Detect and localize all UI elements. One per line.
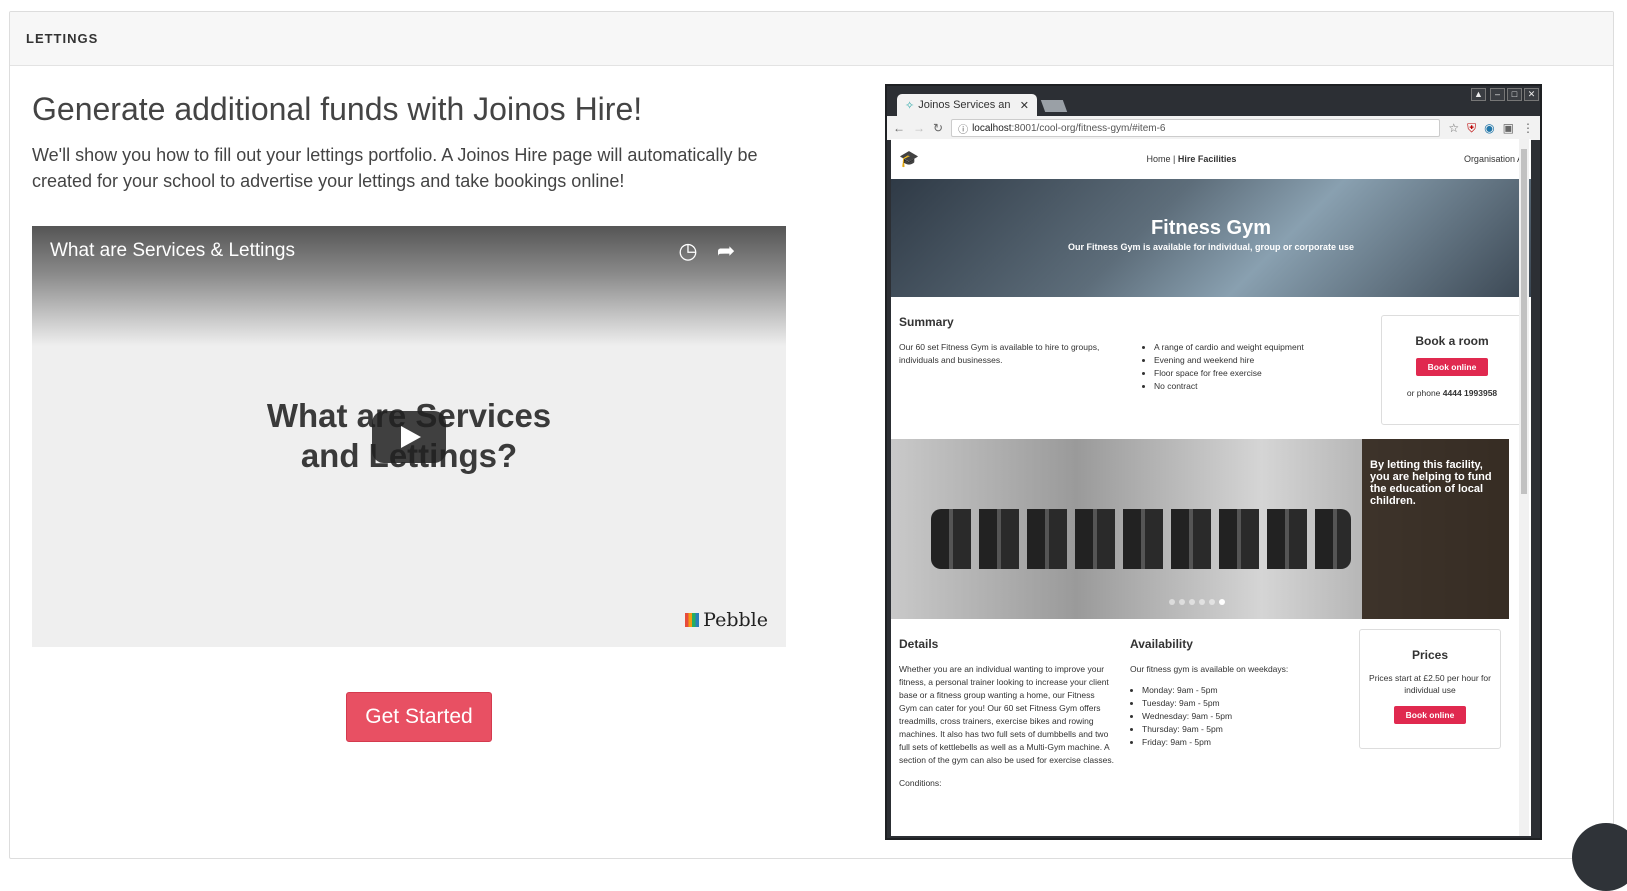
carousel-dot bbox=[1199, 599, 1205, 605]
details-col: Details Whether you are an individual wa… bbox=[899, 637, 1114, 836]
prices-card: Prices Prices start at £2.50 per hour fo… bbox=[1359, 629, 1501, 749]
hero-subtitle: Our Fitness Gym is available for individ… bbox=[1067, 242, 1355, 252]
hours-item: Thursday: 9am - 5pm bbox=[1142, 723, 1330, 736]
carousel-dot bbox=[1219, 599, 1225, 605]
org-name: Organisation A bbox=[1463, 154, 1523, 164]
summary-text: Our 60 set Fitness Gym is available to h… bbox=[899, 342, 1100, 365]
summary-row: Summary Our 60 set Fitness Gym is availa… bbox=[891, 297, 1531, 443]
hours-list: Monday: 9am - 5pm Tuesday: 9am - 5pm Wed… bbox=[1130, 684, 1330, 749]
pebble-icon bbox=[685, 613, 700, 627]
panel-header: LETTINGS bbox=[10, 12, 1613, 66]
site-scrollbar bbox=[1519, 139, 1529, 836]
video-player[interactable]: What are Services & Lettings ◷ ➦ What ar… bbox=[32, 226, 786, 647]
prices-book-button: Book online bbox=[1393, 706, 1467, 724]
scroll-thumb bbox=[1521, 149, 1527, 494]
details-heading: Details bbox=[899, 637, 939, 651]
site-viewport: 🎓 Home | Hire Facilities Organisation A … bbox=[888, 84, 1539, 840]
pebble-brand: Pebble bbox=[703, 609, 768, 631]
page-headline: Generate additional funds with Joinos Hi… bbox=[32, 91, 643, 127]
get-started-button[interactable]: Get Started bbox=[346, 692, 492, 742]
conditions-label: Conditions: bbox=[899, 778, 942, 788]
intro-section: Generate additional funds with Joinos Hi… bbox=[32, 90, 792, 194]
graduation-cap-icon: 🎓 bbox=[899, 151, 919, 168]
pebble-logo: Pebble bbox=[685, 609, 768, 631]
hours-item: Friday: 9am - 5pm bbox=[1142, 736, 1330, 749]
hours-item: Monday: 9am - 5pm bbox=[1142, 684, 1330, 697]
play-button[interactable] bbox=[372, 411, 446, 463]
availability-col: Availability Our fitness gym is availabl… bbox=[1130, 637, 1330, 836]
availability-heading: Availability bbox=[1130, 637, 1193, 651]
panel-title: LETTINGS bbox=[26, 31, 99, 46]
nav-home: Home bbox=[1146, 154, 1171, 164]
prices-text: Prices start at £2.50 per hour for indiv… bbox=[1369, 673, 1491, 695]
carousel-dots bbox=[1169, 599, 1225, 605]
hero-title: Fitness Gym bbox=[1150, 217, 1272, 239]
feature-list: A range of cardio and weight equipment E… bbox=[1142, 341, 1322, 443]
summary-col: Summary Our 60 set Fitness Gym is availa… bbox=[899, 315, 1114, 443]
site-hero: Fitness Gym Our Fitness Gym is available… bbox=[891, 179, 1531, 297]
book-online-button: Book online bbox=[1415, 358, 1489, 376]
phone-number: 4444 1993958 bbox=[1442, 388, 1498, 398]
site-nav-links: Home | Hire Facilities bbox=[1146, 154, 1236, 164]
carousel-dot bbox=[1169, 599, 1175, 605]
dumbbell-rack-image bbox=[931, 509, 1351, 569]
chat-icon[interactable] bbox=[1572, 823, 1627, 891]
carousel-dot bbox=[1209, 599, 1215, 605]
gym-banner: By letting this facility, you are helpin… bbox=[891, 439, 1509, 619]
banner-overlay: By letting this facility, you are helpin… bbox=[1362, 439, 1509, 619]
nav-separator: | bbox=[1173, 154, 1176, 164]
phone-line: or phone 4444 1993958 bbox=[1388, 388, 1516, 398]
feature-item: Evening and weekend hire bbox=[1154, 354, 1322, 367]
hours-item: Wednesday: 9am - 5pm bbox=[1142, 710, 1330, 723]
book-room-card: Book a room Book online or phone 4444 19… bbox=[1381, 315, 1523, 425]
feature-item: Floor space for free exercise bbox=[1154, 367, 1322, 380]
details-row: Details Whether you are an individual wa… bbox=[891, 619, 1509, 836]
share-icon[interactable]: ➦ bbox=[713, 238, 739, 264]
site-page: 🎓 Home | Hire Facilities Organisation A … bbox=[891, 139, 1531, 836]
book-room-title: Book a room bbox=[1415, 334, 1489, 348]
availability-intro: Our fitness gym is available on weekdays… bbox=[1130, 664, 1289, 674]
carousel-dot bbox=[1179, 599, 1185, 605]
clock-icon[interactable]: ◷ bbox=[675, 238, 701, 264]
carousel-dot bbox=[1189, 599, 1195, 605]
intro-text: We'll show you how to fill out your lett… bbox=[32, 145, 758, 192]
nav-hire-facilities: Hire Facilities bbox=[1177, 154, 1237, 164]
feature-item: No contract bbox=[1154, 380, 1322, 393]
details-text: Whether you are an individual wanting to… bbox=[899, 664, 1114, 765]
phone-prefix: or phone bbox=[1406, 388, 1441, 398]
prices-title: Prices bbox=[1411, 648, 1449, 662]
video-title[interactable]: What are Services & Lettings bbox=[50, 240, 295, 262]
feature-item: A range of cardio and weight equipment bbox=[1154, 341, 1322, 354]
hours-item: Tuesday: 9am - 5pm bbox=[1142, 697, 1330, 710]
site-nav: 🎓 Home | Hire Facilities Organisation A bbox=[891, 139, 1531, 179]
summary-heading: Summary bbox=[899, 315, 954, 329]
